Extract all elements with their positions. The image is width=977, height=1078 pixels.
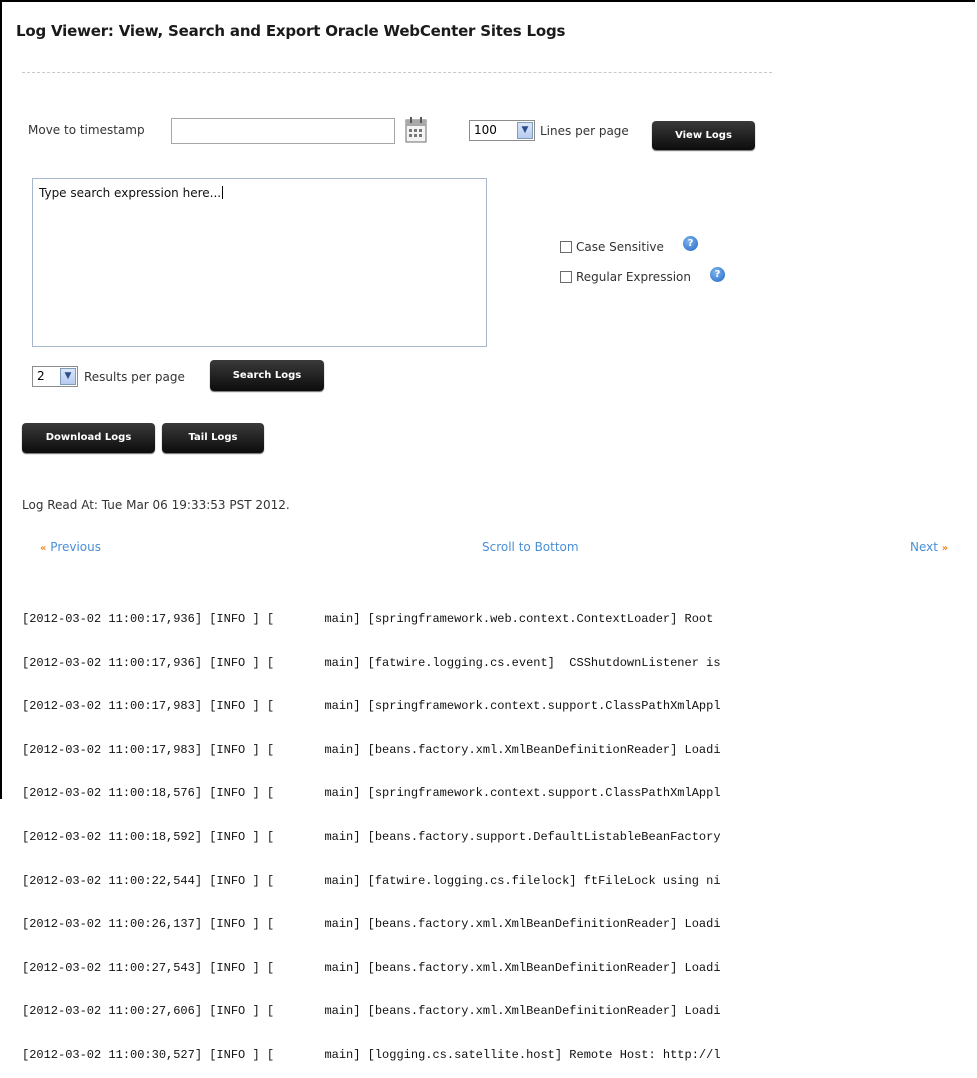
log-line: [2012-03-02 11:00:18,576] [INFO ] [ main…	[22, 786, 721, 801]
scroll-to-bottom-link[interactable]: Scroll to Bottom	[482, 540, 579, 554]
tail-logs-button[interactable]: Tail Logs	[162, 423, 264, 453]
previous-label: Previous	[50, 540, 102, 554]
double-right-arrow-icon: »	[941, 543, 949, 554]
view-logs-button[interactable]: View Logs	[652, 121, 755, 150]
results-per-page-label: Results per page	[84, 370, 185, 384]
log-line: [2012-03-02 11:00:27,606] [INFO ] [ main…	[22, 1004, 721, 1019]
text-caret	[222, 186, 224, 199]
log-line: [2012-03-02 11:00:26,137] [INFO ] [ main…	[22, 917, 721, 932]
help-icon[interactable]: ?	[683, 236, 698, 251]
regular-expression-label: Regular Expression	[576, 270, 691, 284]
log-line: [2012-03-02 11:00:17,983] [INFO ] [ main…	[22, 742, 721, 757]
log-line: [2012-03-02 11:00:27,543] [INFO ] [ main…	[22, 960, 721, 975]
log-line: [2012-03-02 11:00:22,544] [INFO ] [ main…	[22, 873, 721, 888]
calendar-icon[interactable]	[404, 116, 428, 144]
title-divider	[22, 72, 772, 73]
log-read-at-text: Log Read At: Tue Mar 06 19:33:53 PST 201…	[22, 498, 290, 512]
search-expression-text: Type search expression here...	[39, 186, 222, 200]
search-expression-textarea[interactable]: Type search expression here...	[32, 178, 487, 347]
double-left-arrow-icon: «	[40, 543, 47, 554]
lines-per-page-value: 100	[474, 123, 497, 137]
results-per-page-value: 2	[37, 369, 45, 383]
log-line: [2012-03-02 11:00:18,592] [INFO ] [ main…	[22, 829, 721, 844]
lines-per-page-select[interactable]: 100 ▼	[469, 120, 535, 141]
page-title: Log Viewer: View, Search and Export Orac…	[16, 22, 566, 40]
timestamp-label: Move to timestamp	[28, 123, 145, 137]
regular-expression-checkbox[interactable]	[560, 271, 572, 283]
help-icon[interactable]: ?	[710, 267, 725, 282]
chevron-down-icon[interactable]: ▼	[60, 368, 76, 385]
search-logs-button[interactable]: Search Logs	[210, 360, 324, 391]
lines-per-page-label: Lines per page	[540, 124, 629, 138]
next-label: Next	[910, 540, 938, 554]
next-link[interactable]: Next »	[910, 540, 948, 554]
log-line: [2012-03-02 11:00:17,936] [INFO ] [ main…	[22, 655, 721, 670]
download-logs-button[interactable]: Download Logs	[22, 423, 155, 453]
case-sensitive-checkbox[interactable]	[560, 241, 572, 253]
case-sensitive-label: Case Sensitive	[576, 240, 664, 254]
previous-link[interactable]: « Previous	[40, 540, 101, 554]
log-line: [2012-03-02 11:00:17,936] [INFO ] [ main…	[22, 612, 714, 626]
results-per-page-select[interactable]: 2 ▼	[32, 366, 78, 387]
log-line: [2012-03-02 11:00:17,983] [INFO ] [ main…	[22, 699, 721, 714]
log-output: [2012-03-02 11:00:17,936] [INFO ] [ main…	[22, 584, 721, 1078]
log-line: [2012-03-02 11:00:30,527] [INFO ] [ main…	[22, 1047, 721, 1062]
timestamp-input[interactable]	[171, 118, 395, 144]
chevron-down-icon[interactable]: ▼	[517, 122, 533, 139]
